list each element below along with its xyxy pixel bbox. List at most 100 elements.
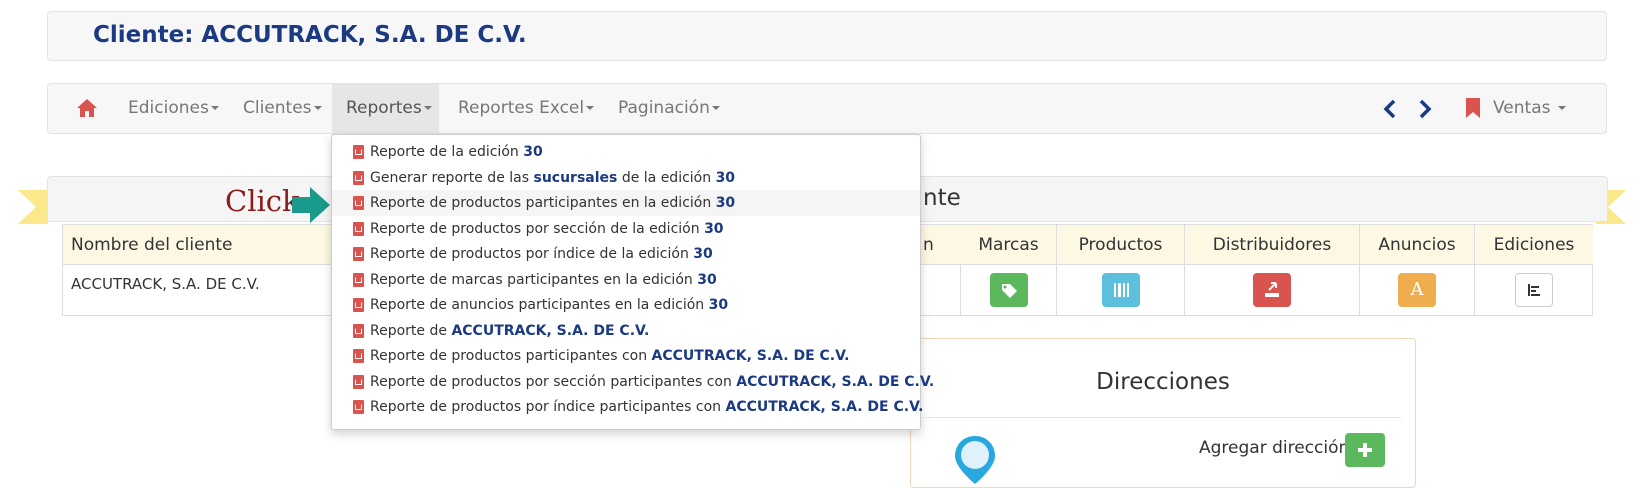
dropdown-item-label: Reporte de productos participantes en la… <box>370 190 735 216</box>
dropdown-item[interactable]: Reporte de productos participantes en la… <box>332 190 920 216</box>
dropdown-item[interactable]: Reporte de marcas participantes en la ed… <box>332 267 920 293</box>
home-icon[interactable] <box>76 98 98 118</box>
dropdown-item-label: Reporte de marcas participantes en la ed… <box>370 267 717 293</box>
dropdown-item[interactable]: Reporte de la edición 30 <box>332 139 920 165</box>
header-distribuidores: Distribuidores <box>1185 225 1360 265</box>
header-marcas: Marcas <box>961 225 1057 265</box>
caret-down-icon <box>423 106 432 110</box>
pdf-file-icon <box>353 272 364 287</box>
nav-paginacion-label: Paginación <box>618 98 710 118</box>
dropdown-item-label: Reporte de productos por índice particip… <box>370 394 923 420</box>
dropdown-item-text: Reporte de productos participantes en la… <box>370 195 716 211</box>
dropdown-item-bold: ACCUTRACK, S.A. DE C.V. <box>451 322 650 339</box>
anuncios-button[interactable]: A <box>1398 273 1436 307</box>
pdf-file-icon <box>353 298 364 312</box>
dropdown-item[interactable]: Reporte de productos participantes con A… <box>332 343 920 369</box>
ribbon-left <box>18 190 36 224</box>
dropdown-item-bold: 30 <box>523 144 543 160</box>
client-name: ACCUTRACK, S.A. DE C.V. <box>71 275 260 293</box>
client-title: Cliente: ACCUTRACK, S.A. DE C.V. <box>93 22 527 48</box>
dropdown-item-label: Reporte de productos por sección de la e… <box>370 216 724 242</box>
export-icon <box>1265 282 1279 297</box>
ediciones-button[interactable] <box>1515 273 1553 307</box>
add-address-button[interactable] <box>1345 433 1385 467</box>
dropdown-item[interactable]: Reporte de ACCUTRACK, S.A. DE C.V. <box>332 318 920 344</box>
nav-clientes-label: Clientes <box>243 98 312 118</box>
dropdown-item-bold: 30 <box>704 220 724 237</box>
pdf-file-icon <box>353 170 364 185</box>
dropdown-item-label: Reporte de anuncios participantes en la … <box>370 292 728 318</box>
direcciones-panel: Direcciones Agregar dirección <box>910 338 1416 488</box>
dropdown-item-label: Reporte de productos por índice de la ed… <box>370 241 713 267</box>
cell-ediciones <box>1475 265 1593 315</box>
caret-down-icon <box>711 106 720 110</box>
nav-ediciones[interactable]: Ediciones <box>128 84 219 133</box>
dropdown-item-bold: 30 <box>697 271 717 288</box>
dropdown-item-bold: 30 <box>715 169 736 186</box>
cell-anuncios: A <box>1360 265 1475 315</box>
chevron-right-icon[interactable] <box>1418 99 1432 119</box>
client-title-bar: Cliente: ACCUTRACK, S.A. DE C.V. <box>47 11 1607 61</box>
nav-ediciones-label: Ediciones <box>128 98 209 118</box>
dropdown-item[interactable]: Generar reporte de las sucursales de la … <box>332 165 920 191</box>
dropdown-item[interactable]: Reporte de productos por sección de la e… <box>332 216 920 242</box>
header-ediciones: Ediciones <box>1475 225 1593 265</box>
marcas-button[interactable] <box>990 273 1028 307</box>
nav-clientes[interactable]: Clientes <box>243 84 322 133</box>
dropdown-item-text: Reporte de anuncios participantes en la … <box>370 297 709 313</box>
nav-reportes-label: Reportes <box>346 98 422 118</box>
list-icon <box>1528 284 1540 296</box>
panel-heading-text: nte <box>923 185 961 211</box>
dropdown-item-bold: sucursales <box>533 169 618 186</box>
dropdown-item-text: Reporte de marcas participantes en la ed… <box>370 271 698 288</box>
nav-reportes[interactable]: Reportes <box>332 84 439 133</box>
direcciones-title: Direcciones <box>1096 369 1230 395</box>
dropdown-item-label: Reporte de productos participantes con A… <box>370 343 849 369</box>
reportes-dropdown-menu: Reporte de la edición 30 Generar reporte … <box>331 134 934 430</box>
dropdown-item-label: Reporte de ACCUTRACK, S.A. DE C.V. <box>370 318 649 344</box>
header-productos: Productos <box>1057 225 1185 265</box>
click-annotation: Click <box>225 184 300 218</box>
pdf-file-icon <box>353 323 364 338</box>
barcode-icon <box>1114 283 1129 297</box>
anuncios-glyph: A <box>1410 279 1424 300</box>
distribuidores-button[interactable] <box>1253 273 1291 307</box>
pdf-file-icon <box>353 145 364 159</box>
nav-reportes-excel-label: Reportes Excel <box>458 98 585 118</box>
dropdown-item-text: Generar reporte de las <box>370 169 534 186</box>
dropdown-item-text: Reporte de <box>370 322 452 339</box>
dropdown-item[interactable]: Reporte de productos por índice particip… <box>332 394 923 420</box>
ribbon-right <box>1608 190 1626 224</box>
dropdown-item-text: Reporte de productos por sección partici… <box>370 373 737 390</box>
dropdown-item-text: de la edición <box>617 169 716 186</box>
nav-reportes-excel[interactable]: Reportes Excel <box>458 84 595 133</box>
dropdown-item-label: Reporte de la edición 30 <box>370 139 543 165</box>
pdf-file-icon <box>353 196 364 210</box>
caret-down-icon <box>1557 106 1566 110</box>
dropdown-item-text: Reporte de productos por índice de la ed… <box>370 246 694 262</box>
dropdown-item[interactable]: Reporte de anuncios participantes en la … <box>332 292 920 318</box>
nav-ventas-label: Ventas <box>1493 98 1551 118</box>
dropdown-item-bold: 30 <box>715 195 736 211</box>
dropdown-item-bold: ACCUTRACK, S.A. DE C.V. <box>725 399 924 415</box>
nav-ventas[interactable]: Ventas <box>1493 84 1566 133</box>
dropdown-item-label: Reporte de productos por sección partici… <box>370 369 934 395</box>
plus-icon <box>1358 443 1372 457</box>
tags-icon <box>1002 284 1017 298</box>
dropdown-item-bold: 30 <box>693 246 713 262</box>
chevron-left-icon[interactable] <box>1383 99 1397 119</box>
pdf-file-icon <box>353 349 364 363</box>
cell-productos <box>1057 265 1185 315</box>
pdf-file-icon <box>353 247 364 261</box>
header-anuncios: Anuncios <box>1360 225 1475 265</box>
dropdown-item-text: Reporte de productos participantes con <box>370 348 652 364</box>
nav-paginacion[interactable]: Paginación <box>618 84 720 133</box>
arrow-right-icon <box>292 187 330 223</box>
dropdown-item[interactable]: Reporte de productos por sección partici… <box>332 369 934 395</box>
dropdown-item[interactable]: Reporte de productos por índice de la ed… <box>332 241 920 267</box>
main-navbar: Ediciones Clientes Reportes Reportes Exc… <box>47 83 1607 134</box>
productos-button[interactable] <box>1102 273 1140 307</box>
pdf-file-icon <box>353 374 364 389</box>
caret-down-icon <box>210 106 219 110</box>
dropdown-item-text: Reporte de productos por sección de la e… <box>370 220 705 237</box>
